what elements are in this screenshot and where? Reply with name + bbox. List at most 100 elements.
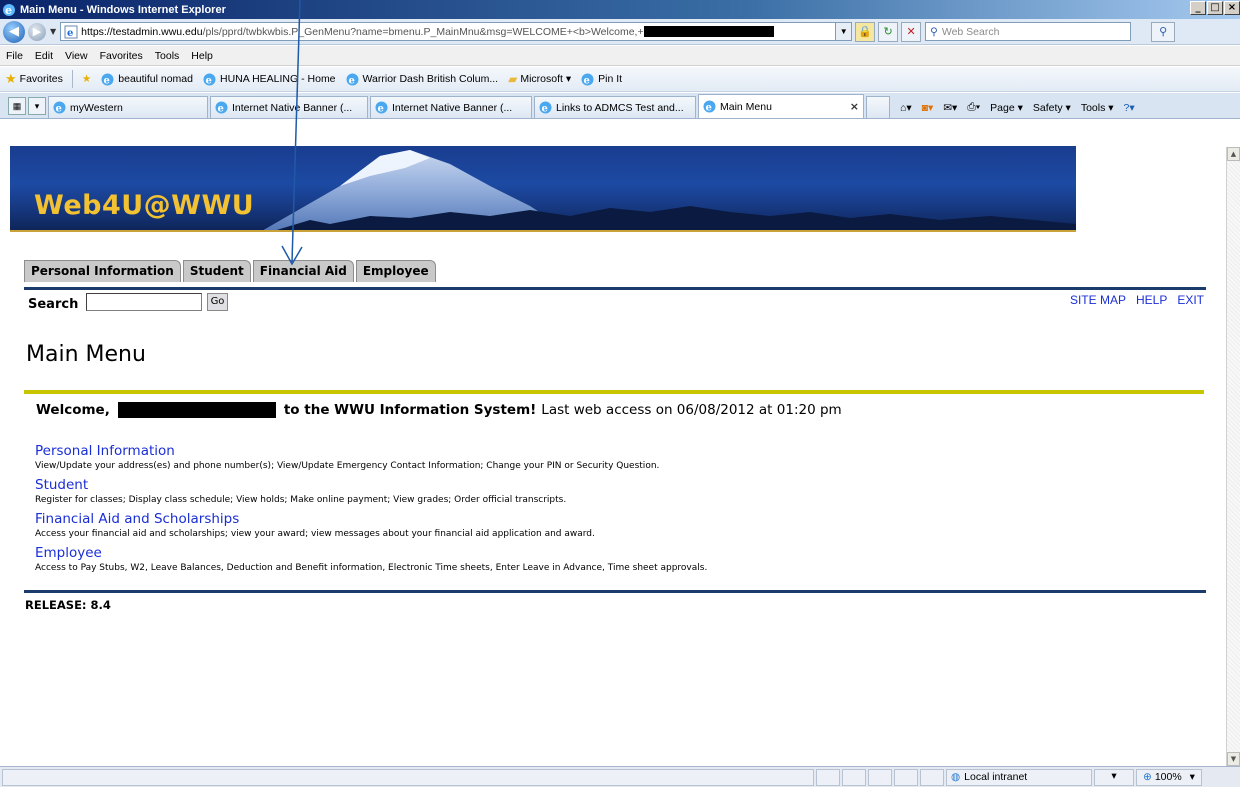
- student-link[interactable]: Student: [35, 476, 1205, 494]
- favorites-button[interactable]: ★ Favorites: [0, 71, 68, 87]
- favorite-link-3[interactable]: e Warrior Dash British Colum...: [341, 73, 504, 86]
- history-dropdown-icon[interactable]: ▼: [50, 27, 56, 36]
- lock-icon[interactable]: 🔒: [855, 21, 876, 42]
- web-search-input[interactable]: ⚲ Web Search: [925, 22, 1132, 41]
- menu-view[interactable]: View: [59, 50, 94, 62]
- tab-mywestern[interactable]: e myWestern: [48, 96, 208, 118]
- browser-tab-bar: ▦ ▾ e myWestern e Internet Native Banner…: [0, 93, 1240, 119]
- tab-financial-aid[interactable]: Financial Aid: [252, 260, 354, 282]
- menu-item-description: Register for classes; Display class sche…: [35, 495, 567, 505]
- favorite-label: HUNA HEALING - Home: [220, 73, 336, 85]
- page-content: Web4U@WWU Personal Information Student F…: [0, 120, 1226, 766]
- site-map-link[interactable]: SITE MAP: [1070, 293, 1126, 307]
- menu-file[interactable]: File: [0, 50, 29, 62]
- close-window-button[interactable]: ×: [1224, 1, 1240, 15]
- internet-explorer-icon: e: [3, 3, 15, 17]
- command-bar: ⌂▾ ◙▾ ✉▾ ⎙▾ Page ▾ Safety ▾ Tools ▾ ?▾: [900, 101, 1135, 114]
- tab-employee[interactable]: Employee: [355, 260, 436, 282]
- scroll-down-icon[interactable]: ▼: [1227, 752, 1240, 766]
- favorites-bar: ★ Favorites ★ e beautiful nomad e HUNA H…: [0, 67, 1240, 92]
- address-host: https://testadmin.wwu.edu: [81, 25, 203, 38]
- tab-admcs-links[interactable]: e Links to ADMCS Test and...: [534, 96, 696, 118]
- employee-link[interactable]: Employee: [35, 544, 1205, 562]
- welcome-message: Welcome, to the WWU Information System! …: [36, 402, 842, 418]
- divider: [24, 390, 1204, 394]
- feeds-icon[interactable]: ◙▾: [922, 102, 934, 114]
- favorites-label: Favorites: [19, 73, 63, 85]
- minimize-button[interactable]: _: [1190, 1, 1206, 15]
- new-tab-button[interactable]: [866, 96, 890, 118]
- help-link[interactable]: HELP: [1136, 293, 1167, 307]
- security-zone[interactable]: ◍ Local intranet: [946, 768, 1092, 786]
- favorite-label: Warrior Dash British Colum...: [362, 73, 499, 85]
- status-cell: [842, 768, 866, 786]
- search-go-icon[interactable]: ⚲: [1151, 21, 1176, 42]
- zoom-control[interactable]: ⊕ 100% ▾: [1136, 768, 1202, 786]
- ie-page-icon: e: [375, 101, 388, 114]
- tab-label: Main Menu: [720, 100, 772, 113]
- list-item: Student Register for classes; Display cl…: [35, 476, 1205, 506]
- tab-banner-2[interactable]: e Internet Native Banner (...: [370, 96, 532, 118]
- refresh-icon[interactable]: ↻: [878, 21, 899, 42]
- go-button[interactable]: Go: [207, 293, 228, 311]
- svg-text:e: e: [104, 75, 110, 86]
- ie-page-icon: e: [539, 101, 552, 114]
- ie-page-icon: e: [203, 73, 216, 86]
- financial-aid-link[interactable]: Financial Aid and Scholarships: [35, 510, 1205, 528]
- favorite-label: Microsoft ▾: [520, 73, 572, 85]
- vertical-scrollbar[interactable]: ▲ ▼: [1226, 147, 1240, 766]
- stop-icon[interactable]: ✕: [901, 21, 922, 42]
- address-bar[interactable]: e https://testadmin.wwu.edu/pls/pprd/twb…: [60, 22, 853, 41]
- page-menu[interactable]: Page ▾: [990, 102, 1023, 114]
- maximize-button[interactable]: □: [1207, 1, 1223, 15]
- tab-personal-information[interactable]: Personal Information: [24, 260, 181, 282]
- help-icon[interactable]: ?▾: [1124, 102, 1135, 114]
- tab-list-icon[interactable]: ▾: [28, 97, 46, 115]
- protected-mode-icon[interactable]: ▾: [1094, 768, 1134, 786]
- menu-edit[interactable]: Edit: [29, 50, 59, 62]
- scroll-up-icon[interactable]: ▲: [1227, 147, 1240, 161]
- quick-tabs-icon[interactable]: ▦: [8, 97, 26, 115]
- personal-information-link[interactable]: Personal Information: [35, 442, 1205, 460]
- status-bar: ◍ Local intranet ▾ ⊕ 100% ▾: [0, 766, 1240, 787]
- address-dropdown-icon[interactable]: ▼: [835, 23, 852, 40]
- status-cell: [816, 768, 840, 786]
- exit-link[interactable]: EXIT: [1177, 293, 1204, 307]
- ie-page-icon: e: [53, 101, 66, 114]
- address-toolbar: ◀ ▶ ▼ e https://testadmin.wwu.edu/pls/pp…: [0, 19, 1240, 45]
- ie-page-icon: e: [215, 101, 228, 114]
- forward-button[interactable]: ▶: [28, 22, 46, 41]
- utility-links: SITE MAP HELP EXIT: [1070, 293, 1204, 307]
- folder-icon: ▰: [508, 72, 518, 86]
- tab-banner-1[interactable]: e Internet Native Banner (...: [210, 96, 368, 118]
- status-text: [2, 768, 814, 786]
- favorite-label: beautiful nomad: [118, 73, 193, 85]
- tab-label: Internet Native Banner (...: [392, 101, 513, 114]
- add-favorite-icon[interactable]: ★: [77, 73, 96, 85]
- safety-menu[interactable]: Safety ▾: [1033, 102, 1071, 114]
- svg-text:e: e: [5, 4, 12, 17]
- tab-student[interactable]: Student: [182, 260, 251, 282]
- menu-help[interactable]: Help: [185, 50, 219, 62]
- tab-main-menu[interactable]: e Main Menu ×: [698, 94, 864, 118]
- page-title: Main Menu: [26, 342, 146, 367]
- favorite-link-2[interactable]: e HUNA HEALING - Home: [198, 73, 341, 86]
- close-tab-icon[interactable]: ×: [842, 100, 859, 113]
- menu-favorites[interactable]: Favorites: [94, 50, 149, 62]
- home-icon[interactable]: ⌂▾: [900, 102, 912, 114]
- page-icon: e: [64, 25, 78, 39]
- favorite-folder-microsoft[interactable]: ▰ Microsoft ▾: [503, 72, 576, 86]
- tab-label: Links to ADMCS Test and...: [556, 101, 684, 114]
- globe-icon: ◍: [951, 771, 961, 783]
- back-button[interactable]: ◀: [3, 20, 25, 43]
- mail-icon[interactable]: ✉▾: [943, 102, 957, 114]
- print-icon[interactable]: ⎙▾: [967, 101, 980, 114]
- tools-menu[interactable]: Tools ▾: [1081, 102, 1114, 114]
- main-menu-list: Personal Information View/Update your ad…: [35, 442, 1205, 578]
- favorite-link-4[interactable]: e Pin It: [576, 73, 627, 86]
- menu-tools[interactable]: Tools: [149, 50, 186, 62]
- favorite-link-1[interactable]: e beautiful nomad: [96, 73, 198, 86]
- svg-text:e: e: [378, 104, 384, 115]
- status-cell: [920, 768, 944, 786]
- site-search-input[interactable]: [86, 293, 202, 311]
